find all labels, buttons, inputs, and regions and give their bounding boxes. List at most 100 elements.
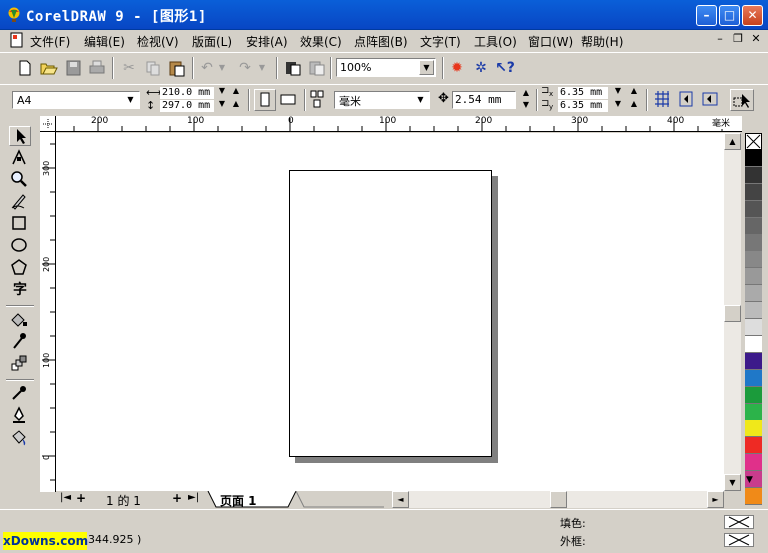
menu-bitmaps[interactable]: 点阵图(B) [354,33,408,50]
color-swatch[interactable] [745,302,762,320]
zoom-tool-icon[interactable] [9,170,31,190]
open-folder-icon[interactable] [38,58,60,78]
add-page-before-button[interactable]: + [76,491,86,505]
paste-icon[interactable] [166,58,188,78]
print-icon[interactable] [86,58,108,78]
treat-as-filled-button[interactable] [730,89,754,111]
portrait-button[interactable] [254,89,276,111]
color-swatch[interactable] [745,183,762,201]
document-icon[interactable] [10,32,24,48]
color-swatch[interactable] [745,437,762,455]
color-swatch[interactable] [745,454,762,472]
dup-y-spin-down-icon[interactable]: ▼ [612,99,624,108]
menu-window[interactable]: 窗口(W) [528,33,573,50]
page-tab-1[interactable]: 页面 1 [220,492,257,509]
outline-eyedropper-tool-icon[interactable] [9,384,31,404]
doc-minimize-button[interactable]: – [712,33,728,47]
vertical-scrollbar[interactable]: ▲ ▼ [724,133,741,491]
new-document-icon[interactable] [14,58,36,78]
color-swatch[interactable] [745,403,762,421]
eyedropper-tool-icon[interactable] [9,332,31,352]
color-swatch[interactable] [745,285,762,303]
color-swatch[interactable] [745,234,762,252]
doc-restore-button[interactable]: ❐ [730,33,746,47]
snap-to-guidelines-button[interactable] [676,89,698,111]
color-swatch[interactable] [745,488,762,505]
first-page-button[interactable]: |◄ [60,492,71,503]
dup-x-spin-down-icon[interactable]: ▼ [612,86,624,95]
menu-help[interactable]: 帮助(H) [581,33,623,50]
paper-height-field[interactable]: 297.0 mm [160,100,214,112]
menu-file[interactable]: 文件(F) [30,33,70,50]
nudge-spin-up-icon[interactable]: ▲ [520,88,532,97]
horizontal-scrollbar[interactable]: ◄ ► [392,491,724,508]
color-swatch[interactable] [745,200,762,218]
horizontal-scroll-thumb[interactable] [550,491,567,508]
polygon-tool-icon[interactable] [9,258,31,278]
doc-close-button[interactable]: ✕ [748,33,764,47]
dup-y-spin-up-icon[interactable]: ▲ [628,99,640,108]
menu-effects[interactable]: 效果(C) [300,33,342,50]
import-icon[interactable] [282,58,304,78]
text-tool-icon[interactable]: 字 [9,280,31,300]
application-launcher-icon[interactable]: ✹ [446,58,468,78]
color-swatch[interactable] [745,268,762,286]
duplicate-x-field[interactable]: 6.35 mm [558,87,608,99]
color-swatch[interactable] [745,166,762,184]
add-page-after-button[interactable]: + [172,491,182,505]
height-spin-down-icon[interactable]: ▼ [216,99,228,108]
export-icon[interactable] [306,58,328,78]
menu-layout[interactable]: 版面(L) [192,33,232,50]
snap-to-grid-button[interactable] [652,89,674,111]
paper-size-dropdown-arrow[interactable]: ▼ [123,93,138,108]
ellipse-tool-icon[interactable] [9,236,31,256]
scroll-right-arrow[interactable]: ► [707,491,724,508]
width-spin-down-icon[interactable]: ▼ [216,86,228,95]
page-layout-button[interactable] [308,89,330,111]
last-page-button[interactable]: ►| [188,492,199,503]
paper-width-field[interactable]: 210.0 mm [160,87,214,99]
outline-color-indicator[interactable] [724,533,754,547]
pick-tool-icon[interactable] [9,126,31,146]
snap-to-objects-button[interactable] [700,89,722,111]
rectangle-tool-icon[interactable] [9,214,31,234]
freehand-tool-icon[interactable] [9,192,31,212]
nudge-spin-down-icon[interactable]: ▼ [520,100,532,109]
height-spin-up-icon[interactable]: ▲ [230,99,242,108]
color-swatch[interactable] [745,319,762,336]
scroll-down-arrow[interactable]: ▼ [724,474,741,491]
document-page[interactable] [289,170,492,457]
units-select[interactable]: 毫米 ▼ [334,91,430,109]
shape-tool-icon[interactable] [9,148,31,168]
no-color-swatch[interactable] [745,133,762,150]
color-swatch[interactable] [745,217,762,235]
width-spin-up-icon[interactable]: ▲ [230,86,242,95]
color-swatch[interactable] [745,420,762,438]
scroll-up-arrow[interactable]: ▲ [724,133,741,150]
zoom-dropdown-arrow[interactable]: ▼ [419,60,434,75]
fill-bucket-tool-icon[interactable] [9,428,31,448]
maximize-button[interactable]: □ [719,5,740,26]
zoom-level-select[interactable]: 100% ▼ [336,58,436,77]
vertical-scroll-thumb[interactable] [724,305,741,322]
interactive-fill-tool-icon[interactable] [9,310,31,330]
minimize-button[interactable]: – [696,5,717,26]
close-button[interactable]: ✕ [742,5,763,26]
undo-icon[interactable]: ↶ [196,58,218,78]
menu-tools[interactable]: 工具(O) [474,33,517,50]
corel-tutor-icon[interactable]: ✲ [470,58,492,78]
menu-edit[interactable]: 编辑(E) [84,33,125,50]
whats-this-help-icon[interactable]: ↖? [494,58,516,78]
units-dropdown-arrow[interactable]: ▼ [413,93,428,108]
scroll-left-arrow[interactable]: ◄ [392,491,409,508]
interactive-blend-tool-icon[interactable] [9,354,31,374]
palette-scroll-down-icon[interactable]: ▼ [746,475,753,485]
dup-x-spin-up-icon[interactable]: ▲ [628,86,640,95]
ruler-origin-corner[interactable] [40,116,56,132]
redo-icon[interactable]: ↷ [234,58,256,78]
color-swatch[interactable] [745,369,762,387]
save-icon[interactable] [62,58,84,78]
color-swatch[interactable] [745,251,762,269]
duplicate-y-field[interactable]: 6.35 mm [558,100,608,112]
color-swatch[interactable] [745,352,762,370]
